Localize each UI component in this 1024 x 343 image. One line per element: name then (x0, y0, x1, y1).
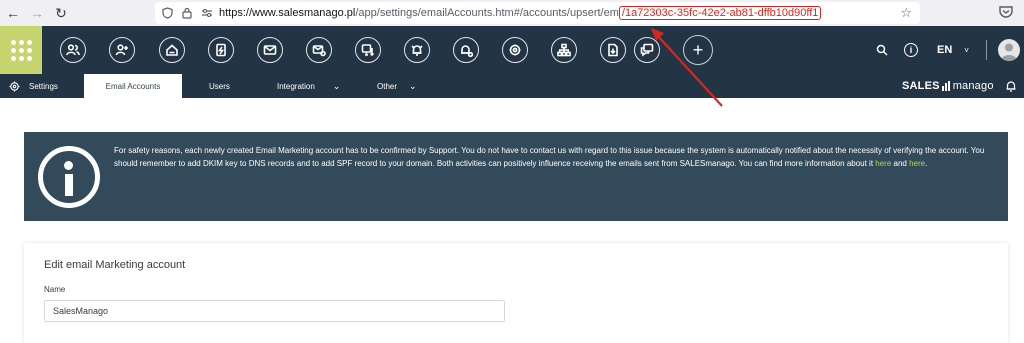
settings-label: Settings (29, 81, 58, 91)
address-bar[interactable]: https://www.salesmanago.pl/app/settings/… (155, 2, 920, 24)
card-title: Edit email Marketing account (44, 259, 186, 271)
automation-icon[interactable] (208, 37, 234, 63)
info-icon[interactable]: i (904, 26, 918, 74)
url-highlighted-id: /1a72303c-35fc-42e2-ab81-dffb10d90ff1 (618, 6, 822, 20)
notice-text: For safety reasons, each newly created E… (114, 145, 994, 170)
tab-email-accounts[interactable]: Email Accounts (84, 74, 182, 98)
bell-icon[interactable] (1004, 79, 1018, 93)
info-icon (38, 146, 100, 208)
app-toolbar: + i EN ˅ (0, 26, 1024, 74)
tab-other[interactable]: Other ⌄ (377, 74, 417, 98)
brand-bold: SALES (902, 80, 940, 92)
apps-grid-icon[interactable] (0, 26, 42, 74)
email-marketing-icon[interactable] (306, 37, 332, 63)
back-icon[interactable]: ← (2, 2, 24, 24)
notice-and: and (891, 158, 910, 168)
notice-link-here-1[interactable]: here (875, 159, 891, 168)
settings-subnav: Settings Email Accounts Users Integratio… (0, 74, 1024, 98)
chat-icon[interactable] (634, 37, 660, 63)
tab-integration-label: Integration (277, 81, 315, 91)
forward-icon[interactable]: → (26, 2, 48, 24)
tab-other-label: Other (377, 81, 398, 91)
contacts-icon[interactable] (60, 37, 86, 63)
email-icon[interactable] (257, 37, 283, 63)
tab-users-label: Users (209, 81, 230, 91)
lock-icon[interactable] (179, 5, 195, 21)
url-text: https://www.salesmanago.pl/app/settings/… (219, 6, 822, 20)
url-path: /app/settings/emailAccounts.htm#/account… (355, 7, 619, 19)
pocket-icon[interactable] (998, 4, 1016, 22)
file-download-icon[interactable] (600, 37, 626, 63)
chevron-down-icon: ˅ (964, 45, 969, 55)
divider (986, 40, 987, 60)
language-label: EN (937, 44, 953, 56)
brand-logo: SALES manago (902, 80, 994, 92)
notice-body: For safety reasons, each newly created E… (114, 146, 985, 168)
info-notice: For safety reasons, each newly created E… (24, 132, 1008, 221)
notice-end: . (925, 158, 928, 168)
settings-menu-item[interactable]: Settings (9, 74, 58, 98)
browser-toolbar: ← → ↻ https://www.salesmanago.pl/app/set… (0, 0, 1024, 26)
brand-bars-icon (941, 81, 951, 91)
add-new-icon[interactable]: + (683, 35, 713, 65)
brand-light: manago (952, 80, 994, 92)
language-selector[interactable]: EN ˅ (937, 26, 969, 74)
avatar[interactable] (998, 39, 1020, 61)
reload-icon[interactable]: ↻ (50, 2, 72, 24)
bookmark-star-icon[interactable]: ☆ (900, 5, 912, 21)
home-icon[interactable] (159, 37, 185, 63)
url-host: https://www.salesmanago.pl (219, 7, 356, 19)
settings-wheel-icon[interactable] (502, 37, 528, 63)
chevron-down-icon: ⌄ (409, 80, 417, 91)
notification-icon[interactable] (404, 37, 430, 63)
mobile-notification-icon[interactable] (453, 37, 479, 63)
notice-link-here-2[interactable]: here (909, 159, 925, 168)
edit-account-card: Edit email Marketing account Name SalesM… (24, 243, 1008, 343)
add-contact-icon[interactable] (109, 37, 135, 63)
tab-integration[interactable]: Integration ⌄ (277, 74, 340, 98)
tab-users[interactable]: Users (209, 74, 230, 98)
name-field-value: SalesManago (53, 306, 109, 316)
chevron-down-icon: ⌄ (332, 80, 341, 91)
search-icon[interactable] (876, 26, 888, 74)
name-label: Name (44, 285, 66, 294)
shield-icon[interactable] (159, 5, 175, 21)
hierarchy-icon[interactable] (551, 37, 577, 63)
permissions-icon[interactable] (199, 5, 215, 21)
web-push-icon[interactable] (355, 37, 381, 63)
name-field[interactable]: SalesManago (44, 300, 505, 322)
tab-email-accounts-label: Email Accounts (105, 81, 161, 91)
gear-icon (9, 80, 20, 92)
